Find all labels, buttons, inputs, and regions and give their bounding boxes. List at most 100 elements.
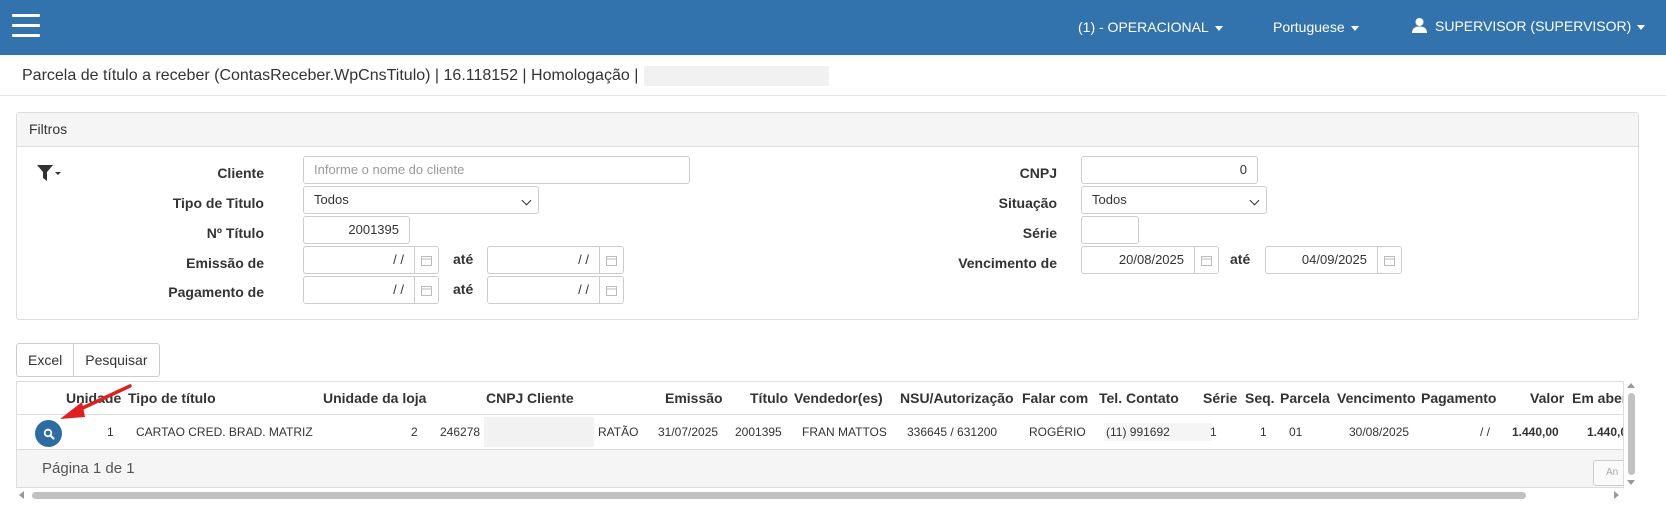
column-header[interactable]: Tel. Contato <box>1099 390 1179 406</box>
cell-emissao: 31/07/2025 <box>658 425 719 439</box>
cell-valor: 1.440,00 <box>1512 425 1559 439</box>
calendar-icon[interactable] <box>414 277 438 303</box>
vertical-scrollbar[interactable] <box>1624 381 1639 488</box>
hamburger-icon[interactable] <box>12 14 40 38</box>
column-header[interactable]: Unidade da loja <box>323 390 426 406</box>
filters-heading: Filtros <box>17 113 1638 147</box>
cell-tipo: CARTAO CRED. BRAD. MATRIZ <box>136 425 313 439</box>
toolbar: Excel Pesquisar <box>16 343 160 377</box>
column-header[interactable]: Pagamento <box>1421 390 1496 406</box>
tipo-titulo-value: Todos <box>314 192 349 207</box>
emissao-from-value: / / <box>393 252 404 267</box>
pagamento-to-input[interactable]: / / <box>487 276 624 304</box>
page-title-text: Parcela de título a receber (ContasReceb… <box>22 67 639 85</box>
pagamento-label: Pagamento de <box>168 284 264 300</box>
cell-titulo: 2001395 <box>735 425 782 439</box>
language-dropdown[interactable]: Portuguese <box>1273 19 1359 35</box>
scrollbar-thumb[interactable] <box>1628 393 1635 475</box>
ate-label: até <box>1230 251 1251 267</box>
ate-label: até <box>453 281 474 297</box>
cell-serie: 1 <box>1210 425 1217 439</box>
calendar-icon[interactable] <box>599 277 623 303</box>
calendar-icon[interactable] <box>414 247 438 273</box>
situacao-select[interactable]: Todos <box>1081 186 1267 214</box>
emissao-label: Emissão de <box>186 255 264 271</box>
grid-footer: Página 1 de 1 An <box>17 450 1623 487</box>
redacted-area <box>484 417 594 447</box>
cell-cliente: RATÃO <box>598 425 639 439</box>
situacao-label: Situação <box>998 195 1057 211</box>
top-navbar: (1) - OPERACIONAL Portuguese SUPERVISOR … <box>0 0 1666 55</box>
numero-titulo-input[interactable]: 2001395 <box>303 216 410 244</box>
results-grid: Unidade Tipo de título Unidade da loja C… <box>16 381 1624 488</box>
serie-input[interactable] <box>1081 216 1139 244</box>
scroll-right-icon[interactable] <box>1614 491 1619 499</box>
table-row[interactable]: 1 CARTAO CRED. BRAD. MATRIZ 2 246278 RAT… <box>17 415 1623 450</box>
column-header[interactable]: Título <box>750 390 788 406</box>
tipo-titulo-label: Tipo de Titulo <box>172 195 264 211</box>
language-label: Portuguese <box>1273 19 1345 35</box>
pagamento-from-value: / / <box>393 282 404 297</box>
cnpj-label: CNPJ <box>1019 165 1057 181</box>
column-header[interactable]: Emissão <box>665 390 723 406</box>
cell-nsu: 336645 / 631200 <box>907 425 998 439</box>
calendar-icon[interactable] <box>599 247 623 273</box>
cliente-label: Cliente <box>217 165 264 181</box>
company-dropdown[interactable]: (1) - OPERACIONAL <box>1078 19 1223 35</box>
calendar-icon[interactable] <box>1377 247 1401 273</box>
cnpj-input[interactable]: 0 <box>1081 156 1258 184</box>
pagamento-from-input[interactable]: / / <box>303 276 439 304</box>
vencimento-to-input[interactable]: 04/09/2025 <box>1265 246 1402 274</box>
tipo-titulo-select[interactable]: Todos <box>303 186 539 214</box>
filter-icon[interactable] <box>37 165 61 183</box>
user-label: SUPERVISOR (SUPERVISOR) <box>1435 18 1632 34</box>
ate-label: até <box>453 251 474 267</box>
chevron-down-icon <box>521 195 532 206</box>
cell-cnpj: 246278 <box>440 425 481 439</box>
column-header[interactable]: NSU/Autorização <box>900 390 1014 406</box>
calendar-icon[interactable] <box>1194 247 1218 273</box>
footer-button[interactable]: An <box>1593 460 1623 486</box>
caret-down-icon <box>1637 24 1646 30</box>
cell-vendedor: FRAN MATTOS <box>802 425 887 439</box>
emissao-to-input[interactable]: / / <box>487 246 624 274</box>
emissao-from-input[interactable]: / / <box>303 246 439 274</box>
column-header[interactable]: Seq. <box>1245 390 1275 406</box>
cell-vencimento: 30/08/2025 <box>1349 425 1410 439</box>
horizontal-scrollbar[interactable] <box>16 488 1624 503</box>
search-button[interactable]: Pesquisar <box>74 343 160 377</box>
cell-tel: (11) 991692 <box>1106 425 1170 439</box>
filters-panel: Filtros Cliente Tipo de Titulo Nº Título… <box>16 112 1639 320</box>
excel-button[interactable]: Excel <box>16 343 75 377</box>
scroll-down-icon[interactable] <box>1627 480 1635 485</box>
column-header[interactable]: Falar com <box>1022 390 1088 406</box>
serie-label: Série <box>1022 225 1057 241</box>
cell-parcela: 01 <box>1289 425 1303 439</box>
emissao-to-value: / / <box>578 252 589 267</box>
vencimento-to-value: 04/09/2025 <box>1301 252 1367 267</box>
column-header[interactable]: Série <box>1203 390 1237 406</box>
chevron-down-icon <box>1249 195 1260 206</box>
scroll-left-icon[interactable] <box>19 491 24 499</box>
vencimento-from-input[interactable]: 20/08/2025 <box>1081 246 1219 274</box>
column-header[interactable]: Vencimento <box>1337 390 1416 406</box>
user-dropdown[interactable]: SUPERVISOR (SUPERVISOR) <box>1412 17 1646 34</box>
redacted-area <box>644 66 830 86</box>
caret-down-icon <box>1214 25 1223 31</box>
scrollbar-thumb[interactable] <box>32 492 1526 499</box>
search-icon <box>43 428 54 439</box>
column-header[interactable]: Em aberto <box>1572 390 1623 406</box>
cell-falar-com: ROGÉRIO <box>1029 425 1086 439</box>
pagamento-to-value: / / <box>578 282 589 297</box>
column-header[interactable]: Parcela <box>1280 390 1330 406</box>
vencimento-label: Vencimento de <box>958 255 1057 271</box>
cell-em-aberto: 1.440,0 <box>1587 425 1624 439</box>
column-header[interactable]: Valor <box>1530 390 1564 406</box>
cell-seq: 1 <box>1260 425 1267 439</box>
cliente-input[interactable]: Informe o nome do cliente <box>303 156 690 184</box>
column-header[interactable]: CNPJ <box>486 390 523 406</box>
column-header[interactable]: Cliente <box>527 390 574 406</box>
column-header[interactable]: Vendedor(es) <box>794 390 883 406</box>
scroll-up-icon[interactable] <box>1627 383 1635 388</box>
cell-pagamento: / / <box>1480 425 1491 439</box>
